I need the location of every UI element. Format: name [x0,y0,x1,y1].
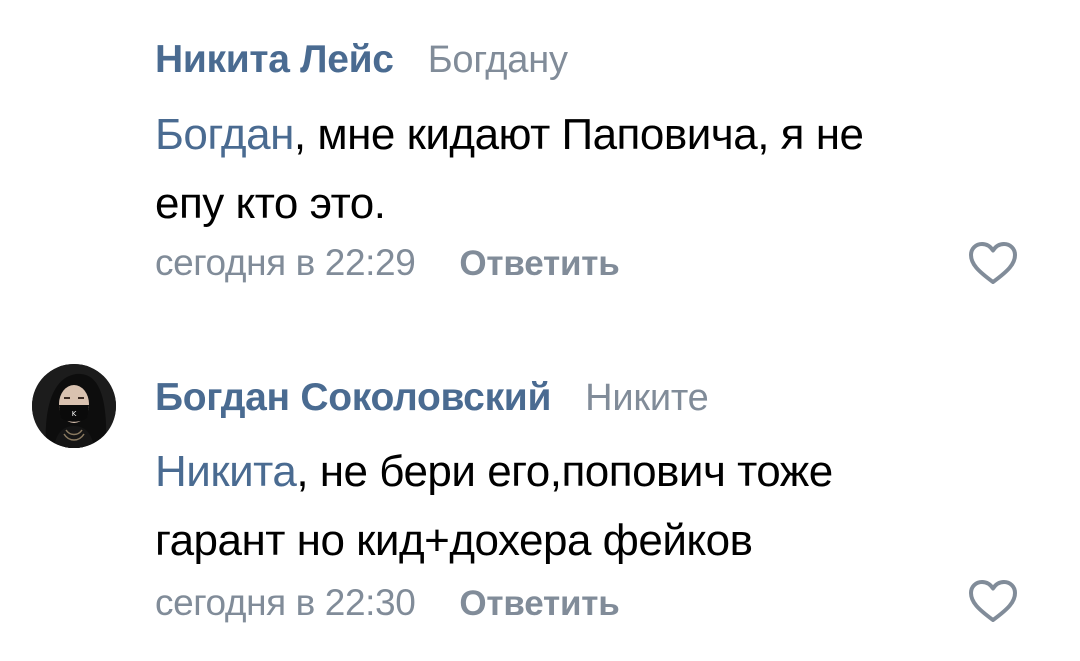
comment-item: Никита Лейс Богдану Богдан, мне кидают П… [0,0,1080,320]
like-button[interactable] [966,578,1020,626]
heart-outline-icon [969,580,1017,622]
reply-button[interactable]: Ответить [459,584,619,624]
author-name[interactable]: Богдан Соколовский [155,376,551,420]
svg-text:K: K [72,410,77,418]
avatar[interactable]: K [32,364,116,448]
timestamp: сегодня в 22:29 [155,242,416,283]
comment-text-line2: епу кто это. [155,179,386,228]
comment-text-line2: гарант но кид+дохера фейков [155,516,753,565]
comment-meta: сегодня в 22:29 Ответить [155,242,620,288]
comment-text-line1: , не бери его,попович тоже [296,447,833,496]
mention-link[interactable]: Никита [155,447,297,496]
comment-text-line1: , мне кидают Паповича, я не [293,110,864,159]
timestamp: сегодня в 22:30 [155,582,416,623]
masked-person-avatar: K [32,364,116,448]
author-name[interactable]: Никита Лейс [155,38,394,82]
comment-item: K Богдан Соколовский Никите Никита, не б… [0,340,1080,661]
like-button[interactable] [966,240,1020,288]
comment-header: Никита Лейс Богдану [155,38,568,86]
reply-to-name[interactable]: Богдану [428,39,568,82]
comment-meta: сегодня в 22:30 Ответить [155,582,620,628]
comment-header: Богдан Соколовский Никите [155,376,709,424]
reply-to-name[interactable]: Никите [585,377,709,420]
mention-link[interactable]: Богдан [155,110,294,159]
heart-outline-icon [969,242,1017,284]
reply-button[interactable]: Ответить [459,244,619,284]
comment-text: Никита, не бери его,попович тоже гарант … [155,437,1055,575]
comment-text: Богдан, мне кидают Паповича, я не епу кт… [155,100,1055,238]
